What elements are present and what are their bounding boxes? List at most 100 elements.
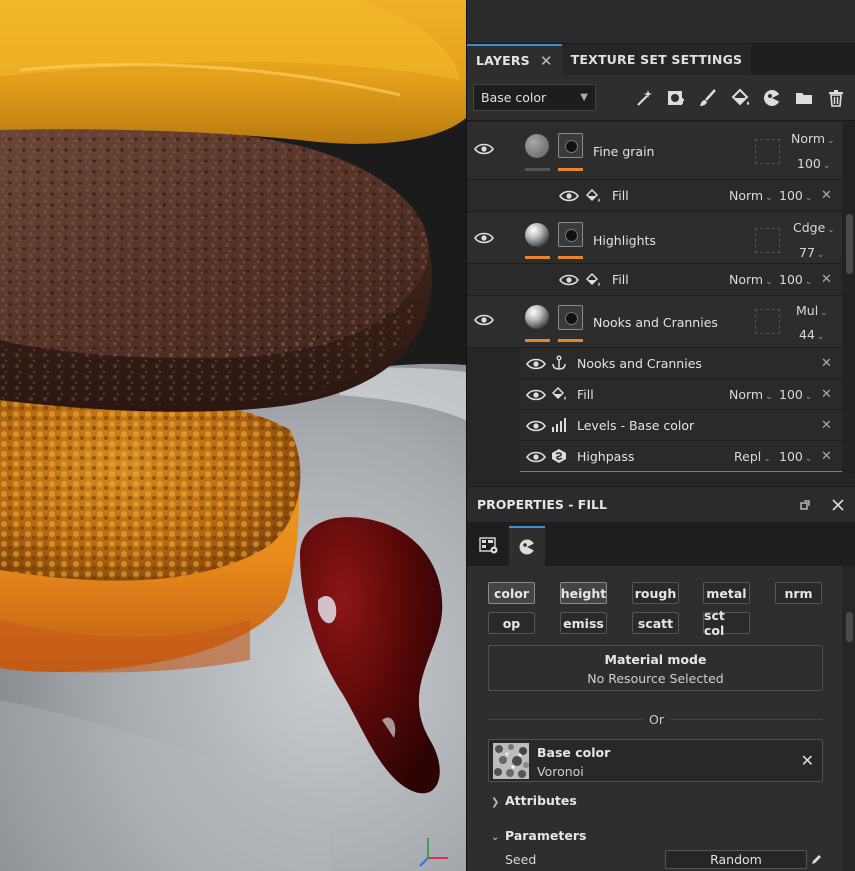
eye-icon[interactable]: [526, 419, 546, 433]
chevron-down-icon: ▼: [580, 92, 588, 103]
opacity-value: 100: [797, 156, 821, 171]
eye-icon[interactable]: [559, 189, 579, 203]
channel-rough-button[interactable]: rough: [632, 582, 679, 604]
eye-icon[interactable]: [474, 231, 494, 245]
effect-row[interactable]: Highpass Repl ⌄ 100 ⌄ ✕: [520, 441, 842, 472]
eye-icon[interactable]: [559, 273, 579, 287]
opacity-field[interactable]: 100 ⌄: [797, 156, 830, 171]
effect-row[interactable]: Fill Norm ⌄ 100 ⌄ ✕: [520, 379, 842, 410]
blend-mode-dropdown[interactable]: Cdge ⌄: [793, 220, 835, 235]
channel-metal-button[interactable]: metal: [703, 582, 750, 604]
opacity-value: 100: [779, 188, 803, 203]
chevron-down-icon: ⌄: [827, 225, 835, 235]
effect-name: Fill: [577, 387, 594, 402]
channel-height-button[interactable]: height: [560, 582, 607, 604]
eye-icon[interactable]: [526, 450, 546, 464]
opacity-value: 77: [799, 245, 815, 260]
float-window-icon[interactable]: [800, 499, 810, 510]
opacity-value: 100: [779, 387, 803, 402]
sublayer-row[interactable]: Fill Norm ⌄ 100 ⌄ ✕: [467, 264, 842, 296]
layer-stack[interactable]: Fine grain Norm ⌄ 100 ⌄ Fill Norm ⌄ 100 ⌄ ✕: [467, 122, 842, 474]
opacity-field[interactable]: 44 ⌄: [799, 327, 824, 342]
properties-scroll-thumb[interactable]: [846, 612, 853, 642]
close-icon[interactable]: ✕: [821, 387, 832, 402]
3d-viewport[interactable]: [0, 0, 466, 871]
opacity-field[interactable]: 100 ⌄: [779, 387, 812, 402]
mask-thumbnail[interactable]: [558, 133, 583, 158]
close-panel-icon[interactable]: [832, 498, 844, 511]
eye-icon[interactable]: [526, 357, 546, 371]
close-icon[interactable]: ✕: [821, 188, 832, 203]
random-seed-button[interactable]: Random: [665, 850, 807, 869]
tab-material[interactable]: [509, 526, 545, 566]
trash-icon[interactable]: [824, 86, 848, 110]
mask-thumbnail[interactable]: [558, 222, 583, 247]
chevron-down-icon: ⌄: [765, 392, 773, 402]
layers-scroll-thumb[interactable]: [846, 214, 853, 274]
channel-sct-col-button[interactable]: sct col: [703, 608, 750, 638]
layer-row[interactable]: Nooks and Crannies Mul ⌄ 44 ⌄: [467, 296, 842, 348]
layer-row[interactable]: Fine grain Norm ⌄ 100 ⌄: [467, 122, 842, 180]
chevron-down-icon: ⌄: [820, 308, 828, 318]
fill-settings-icon: [479, 537, 498, 554]
resource-slot[interactable]: Base color Voronoi ✕: [488, 739, 823, 782]
channel-color-button[interactable]: color: [488, 582, 535, 604]
layer-name[interactable]: Highlights: [593, 233, 656, 248]
close-icon[interactable]: ✕: [821, 418, 832, 433]
chevron-down-icon: ⌄: [765, 193, 773, 203]
fill-bucket-icon[interactable]: [728, 86, 752, 110]
magic-wand-icon[interactable]: [632, 86, 656, 110]
close-icon[interactable]: ✕: [821, 272, 832, 287]
channel-dropdown-value: Base color: [481, 90, 547, 105]
remove-resource-icon[interactable]: ✕: [801, 751, 814, 770]
material-mode-title: Material mode: [604, 652, 707, 667]
tab-texture-set-settings[interactable]: TEXTURE SET SETTINGS: [561, 44, 752, 75]
tab-fill-settings[interactable]: [471, 526, 507, 566]
eye-icon[interactable]: [474, 142, 494, 156]
channel-nrm-button[interactable]: nrm: [775, 582, 822, 604]
pencil-icon[interactable]: [810, 853, 823, 866]
blend-mode-dropdown[interactable]: Norm ⌄: [729, 188, 773, 203]
blend-mode-dropdown[interactable]: Repl ⌄: [734, 449, 771, 464]
mask-thumbnail[interactable]: [558, 305, 583, 330]
close-icon[interactable]: ✕: [821, 356, 832, 371]
opacity-field[interactable]: 100 ⌄: [779, 449, 812, 464]
attributes-section[interactable]: ❯ Attributes: [491, 793, 577, 808]
channel-scatt-button[interactable]: scatt: [632, 612, 679, 634]
layer-name[interactable]: Fine grain: [593, 144, 654, 159]
blend-mode-dropdown[interactable]: Norm ⌄: [729, 387, 773, 402]
chevron-down-icon: ⌄: [827, 136, 835, 146]
blend-mode-value: Mul: [796, 303, 819, 318]
channel-emiss-button[interactable]: emiss: [560, 612, 607, 634]
effect-row[interactable]: Nooks and Crannies ✕: [520, 348, 842, 379]
properties-scrollbar[interactable]: [842, 566, 855, 871]
layer-row[interactable]: Highlights Cdge ⌄ 77 ⌄: [467, 212, 842, 264]
opacity-value: 100: [779, 272, 803, 287]
parameters-section[interactable]: ⌄ Parameters: [491, 828, 586, 843]
blend-mode-dropdown[interactable]: Mul ⌄: [796, 303, 828, 318]
chevron-down-icon: ⌄: [804, 454, 813, 464]
sublayer-row[interactable]: Fill Norm ⌄ 100 ⌄ ✕: [467, 180, 842, 212]
opacity-value: 100: [779, 449, 803, 464]
layers-scrollbar[interactable]: [842, 122, 855, 474]
blend-mode-dropdown[interactable]: Norm ⌄: [791, 131, 835, 146]
channel-op-button[interactable]: op: [488, 612, 535, 634]
layer-name[interactable]: Nooks and Crannies: [593, 315, 718, 330]
eye-icon[interactable]: [526, 388, 546, 402]
effect-row[interactable]: Levels - Base color ✕: [520, 410, 842, 441]
smart-material-icon[interactable]: [760, 86, 784, 110]
paint-brush-icon[interactable]: [696, 86, 720, 110]
tab-layers[interactable]: LAYERS ✕: [467, 44, 562, 75]
eye-icon[interactable]: [474, 313, 494, 327]
blend-mode-dropdown[interactable]: Norm ⌄: [729, 272, 773, 287]
add-mask-icon[interactable]: [664, 86, 688, 110]
blend-mode-value: Norm: [729, 387, 764, 402]
material-mode-box[interactable]: Material mode No Resource Selected: [488, 645, 823, 691]
opacity-field[interactable]: 100 ⌄: [779, 272, 812, 287]
opacity-field[interactable]: 77 ⌄: [799, 245, 824, 260]
channel-dropdown[interactable]: Base color ▼: [473, 84, 596, 111]
close-icon[interactable]: ✕: [821, 449, 832, 464]
close-icon[interactable]: ✕: [540, 52, 553, 70]
folder-icon[interactable]: [792, 86, 816, 110]
opacity-field[interactable]: 100 ⌄: [779, 188, 812, 203]
